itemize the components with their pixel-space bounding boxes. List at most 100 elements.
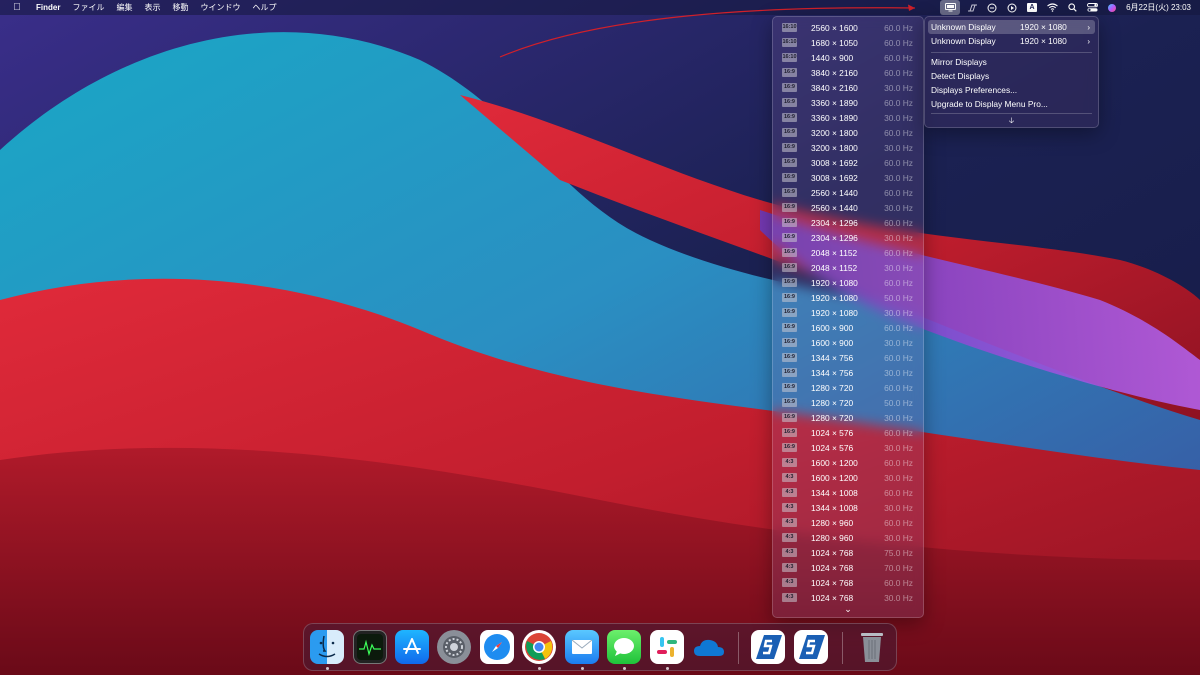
display-item-2[interactable]: Unknown Display 1920 × 1080 › bbox=[928, 34, 1095, 48]
menu-view[interactable]: 表示 bbox=[144, 2, 160, 13]
aspect-ratio-badge: 16:9 bbox=[782, 233, 797, 242]
resolution-item[interactable]: 16:9 3840 × 2160 30.0 Hz bbox=[773, 80, 923, 95]
resolution-item[interactable]: 16:9 1600 × 900 60.0 Hz bbox=[773, 320, 923, 335]
menu-finder[interactable]: Finder bbox=[36, 3, 60, 12]
system-preferences-icon[interactable] bbox=[437, 630, 471, 664]
resolution-item[interactable]: 16:9 2304 × 1296 30.0 Hz bbox=[773, 230, 923, 245]
resolution-item[interactable]: 4:3 1024 × 768 60.0 Hz bbox=[773, 575, 923, 590]
resolution-item[interactable]: 4:3 1600 × 1200 30.0 Hz bbox=[773, 470, 923, 485]
finder-icon[interactable] bbox=[310, 630, 344, 664]
scansnap-manager-icon[interactable] bbox=[794, 630, 828, 664]
aspect-ratio-badge: 16:10 bbox=[782, 53, 797, 62]
running-indicator bbox=[580, 667, 584, 670]
resolution-item[interactable]: 16:9 1344 × 756 60.0 Hz bbox=[773, 350, 923, 365]
resolution-item[interactable]: 4:3 1344 × 1008 30.0 Hz bbox=[773, 500, 923, 515]
chrome-icon[interactable] bbox=[522, 630, 556, 664]
resolution-item[interactable]: 4:3 1280 × 960 60.0 Hz bbox=[773, 515, 923, 530]
refresh-rate: 60.0 Hz bbox=[884, 427, 913, 438]
siri-icon[interactable] bbox=[1102, 0, 1122, 15]
detect-displays-item[interactable]: Detect Displays bbox=[931, 69, 989, 83]
refresh-rate: 60.0 Hz bbox=[884, 277, 913, 288]
resolution-item[interactable]: 16:9 3360 × 1890 30.0 Hz bbox=[773, 110, 923, 125]
menu-window[interactable]: ウインドウ bbox=[200, 2, 240, 13]
display-resolution: 1920 × 1080 bbox=[1020, 22, 1067, 32]
safari-icon[interactable] bbox=[480, 630, 514, 664]
mirror-displays-item[interactable]: Mirror Displays bbox=[931, 55, 987, 69]
slack-icon[interactable] bbox=[650, 630, 684, 664]
arrow-down-icon[interactable]: 🡣 bbox=[925, 115, 1098, 129]
input-source-icon[interactable]: A bbox=[1022, 0, 1042, 15]
chevron-down-icon[interactable]: ⌄ bbox=[773, 604, 923, 615]
resolution-item[interactable]: 16:9 1024 × 576 30.0 Hz bbox=[773, 440, 923, 455]
menu-go[interactable]: 移動 bbox=[172, 2, 188, 13]
resolution-item[interactable]: 16:10 1440 × 900 60.0 Hz bbox=[773, 50, 923, 65]
resolution-size: 1344 × 756 bbox=[811, 367, 854, 378]
scansnap-icon[interactable] bbox=[962, 0, 982, 15]
refresh-rate: 30.0 Hz bbox=[884, 442, 913, 453]
display-menu-icon[interactable] bbox=[940, 0, 961, 15]
resolution-item[interactable]: 16:9 2560 × 1440 60.0 Hz bbox=[773, 185, 923, 200]
chevron-right-icon: › bbox=[1087, 22, 1090, 32]
resolution-item[interactable]: 16:9 2048 × 1152 30.0 Hz bbox=[773, 260, 923, 275]
resolution-item[interactable]: 4:3 1280 × 960 30.0 Hz bbox=[773, 530, 923, 545]
resolution-item[interactable]: 16:9 1920 × 1080 50.0 Hz bbox=[773, 290, 923, 305]
menu-edit[interactable]: 編集 bbox=[116, 2, 132, 13]
resolution-item[interactable]: 4:3 1024 × 768 70.0 Hz bbox=[773, 560, 923, 575]
resolution-item[interactable]: 16:9 3008 × 1692 60.0 Hz bbox=[773, 155, 923, 170]
aspect-ratio-badge: 16:9 bbox=[782, 263, 797, 272]
resolution-item[interactable]: 16:9 2048 × 1152 60.0 Hz bbox=[773, 245, 923, 260]
displays-preferences-item[interactable]: Displays Preferences... bbox=[931, 83, 1017, 97]
resolution-item[interactable]: 16:9 2304 × 1296 60.0 Hz bbox=[773, 215, 923, 230]
refresh-rate: 60.0 Hz bbox=[884, 187, 913, 198]
aspect-ratio-badge: 16:9 bbox=[782, 173, 797, 182]
resolution-item[interactable]: 16:9 3360 × 1890 60.0 Hz bbox=[773, 95, 923, 110]
resolution-item[interactable]: 4:3 1024 × 768 75.0 Hz bbox=[773, 545, 923, 560]
resolution-item[interactable]: 16:9 2560 × 1440 30.0 Hz bbox=[773, 200, 923, 215]
activity-monitor-icon[interactable] bbox=[353, 630, 387, 664]
resolution-item[interactable]: 16:9 1280 × 720 50.0 Hz bbox=[773, 395, 923, 410]
resolution-item[interactable]: 16:9 1920 × 1080 60.0 Hz bbox=[773, 275, 923, 290]
resolution-item[interactable]: 16:9 1280 × 720 60.0 Hz bbox=[773, 380, 923, 395]
display-item-1[interactable]: Unknown Display 1920 × 1080 › bbox=[928, 20, 1095, 34]
refresh-rate: 60.0 Hz bbox=[884, 517, 913, 528]
control-center-icon[interactable] bbox=[1082, 0, 1102, 15]
resolution-item[interactable]: 16:9 3008 × 1692 30.0 Hz bbox=[773, 170, 923, 185]
refresh-rate: 60.0 Hz bbox=[884, 322, 913, 333]
running-indicator bbox=[325, 667, 329, 670]
messages-icon[interactable] bbox=[607, 630, 641, 664]
resolution-item[interactable]: 16:9 3200 × 1800 60.0 Hz bbox=[773, 125, 923, 140]
menu-file[interactable]: ファイル bbox=[72, 2, 104, 13]
resolution-size: 2048 × 1152 bbox=[811, 262, 858, 273]
resolution-item[interactable]: 16:9 1344 × 756 30.0 Hz bbox=[773, 365, 923, 380]
resolution-size: 1440 × 900 bbox=[811, 52, 854, 63]
search-icon[interactable] bbox=[1062, 0, 1082, 15]
onedrive-icon[interactable] bbox=[692, 630, 726, 664]
menu-help[interactable]: ヘルプ bbox=[252, 2, 276, 13]
play-icon[interactable] bbox=[1002, 0, 1022, 15]
resolution-item[interactable]: 16:9 3840 × 2160 60.0 Hz bbox=[773, 65, 923, 80]
app-store-icon[interactable] bbox=[395, 630, 429, 664]
resolution-item[interactable]: 16:10 2560 × 1600 60.0 Hz bbox=[773, 20, 923, 35]
apple-icon[interactable]:  bbox=[12, 2, 22, 13]
resolution-item[interactable]: 16:10 1680 × 1050 60.0 Hz bbox=[773, 35, 923, 50]
screen-time-icon[interactable] bbox=[982, 0, 1002, 15]
mail-icon[interactable] bbox=[565, 630, 599, 664]
aspect-ratio-badge: 4:3 bbox=[782, 593, 797, 602]
resolution-item[interactable]: 4:3 1344 × 1008 60.0 Hz bbox=[773, 485, 923, 500]
refresh-rate: 30.0 Hz bbox=[884, 412, 913, 423]
refresh-rate: 30.0 Hz bbox=[884, 232, 913, 243]
aspect-ratio-badge: 16:9 bbox=[782, 398, 797, 407]
wifi-icon[interactable] bbox=[1042, 0, 1062, 15]
resolution-item[interactable]: 4:3 1024 × 768 30.0 Hz bbox=[773, 590, 923, 605]
resolution-item[interactable]: 16:9 1280 × 720 30.0 Hz bbox=[773, 410, 923, 425]
resolution-item[interactable]: 16:9 3200 × 1800 30.0 Hz bbox=[773, 140, 923, 155]
resolution-item[interactable]: 4:3 1600 × 1200 60.0 Hz bbox=[773, 455, 923, 470]
resolution-item[interactable]: 16:9 1920 × 1080 30.0 Hz bbox=[773, 305, 923, 320]
upgrade-pro-item[interactable]: Upgrade to Display Menu Pro... bbox=[931, 97, 1048, 111]
resolution-item[interactable]: 16:9 1600 × 900 30.0 Hz bbox=[773, 335, 923, 350]
scansnap-home-icon[interactable] bbox=[751, 630, 785, 664]
menu-bar-clock[interactable]: 6月22日(火) 23:03 bbox=[1126, 2, 1191, 13]
trash-icon[interactable] bbox=[855, 630, 889, 664]
menu-bar-status-area: A 6月22日(火) 23:03 bbox=[940, 0, 1200, 15]
resolution-item[interactable]: 16:9 1024 × 576 60.0 Hz bbox=[773, 425, 923, 440]
